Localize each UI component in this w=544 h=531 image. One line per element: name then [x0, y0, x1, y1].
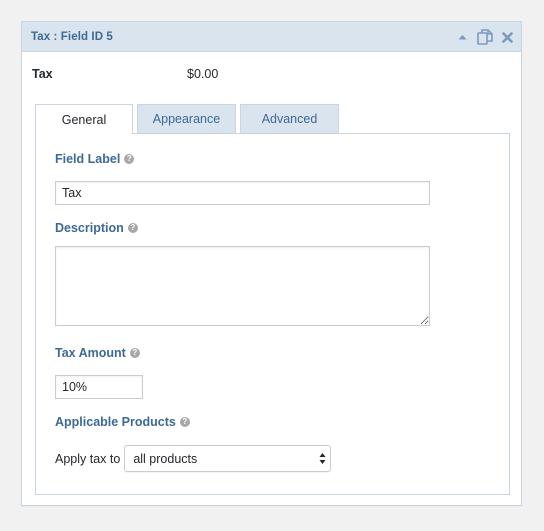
- description-textarea[interactable]: [55, 246, 430, 326]
- preview-value: $0.00: [187, 67, 219, 81]
- apply-tax-label: Apply tax to: [55, 451, 121, 466]
- applicable-products-heading-text: Applicable Products: [55, 415, 176, 429]
- help-icon[interactable]: ?: [124, 154, 135, 164]
- panel-header: Tax : Field ID 5: [22, 22, 521, 52]
- panel-title: Tax : Field ID 5: [31, 31, 113, 43]
- preview-label: Tax: [32, 67, 53, 81]
- tab-advanced[interactable]: Advanced: [240, 104, 339, 133]
- description-heading: Description ?: [55, 221, 138, 235]
- apply-tax-row: Apply tax to all products: [55, 445, 332, 472]
- field-settings-panel: Tax : Field ID 5 Tax $0.00 General Appea…: [21, 21, 522, 506]
- field-label-heading: Field Label ?: [55, 152, 135, 166]
- tax-amount-heading: Tax Amount ?: [55, 346, 140, 360]
- tab-appearance[interactable]: Appearance: [137, 104, 236, 133]
- tax-amount-heading-text: Tax Amount: [55, 346, 126, 360]
- apply-tax-select[interactable]: all products: [124, 445, 332, 472]
- help-icon[interactable]: ?: [179, 417, 190, 427]
- apply-tax-selected-value: all products: [133, 452, 198, 466]
- duplicate-icon[interactable]: [474, 22, 496, 52]
- close-icon[interactable]: [498, 22, 516, 52]
- tax-amount-input[interactable]: [55, 375, 143, 399]
- general-tab-content: Field Label ? Description ? Tax Amount ?…: [35, 133, 510, 495]
- field-label-input[interactable]: [55, 181, 430, 205]
- applicable-products-heading: Applicable Products ?: [55, 415, 190, 429]
- tab-general[interactable]: General: [35, 104, 133, 134]
- help-icon[interactable]: ?: [129, 348, 140, 358]
- select-updown-icon: [319, 452, 326, 470]
- field-label-heading-text: Field Label: [55, 152, 121, 166]
- help-icon[interactable]: ?: [127, 223, 138, 233]
- collapse-icon[interactable]: [454, 22, 470, 52]
- description-heading-text: Description: [55, 221, 124, 235]
